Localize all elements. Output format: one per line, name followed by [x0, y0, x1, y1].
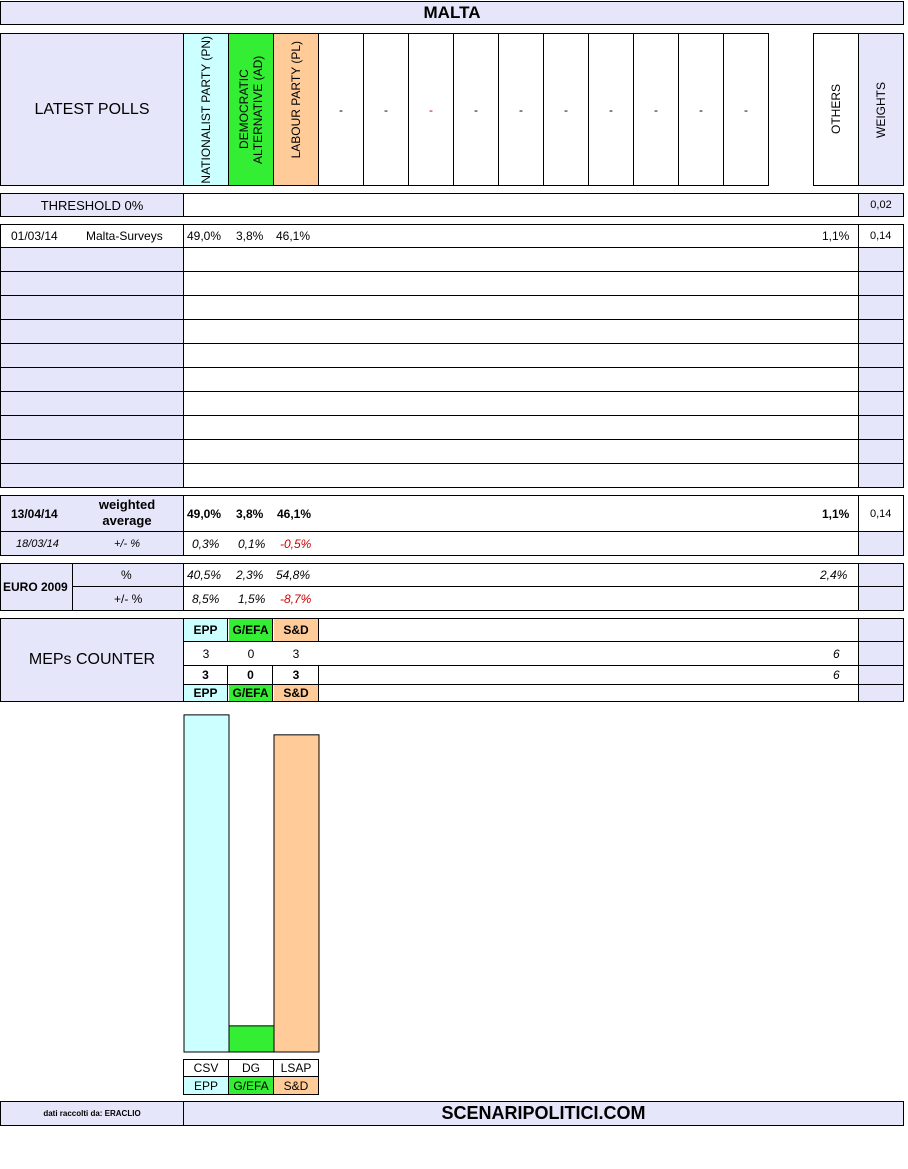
poll-value-ad: 3,8%: [236, 229, 264, 243]
meps-group-sd-bottom: S&D: [274, 685, 319, 701]
weighted-weight: 0,14: [870, 508, 892, 520]
poll-value-pn: 49,0%: [187, 229, 222, 243]
poll-weight: 0,14: [870, 230, 892, 242]
others-header: OTHERS: [813, 33, 859, 186]
prev-date: 18/03/14: [16, 538, 59, 550]
meps-group-epp-bottom: EPP: [184, 685, 228, 701]
poll-pollster: Malta-Surveys: [86, 229, 163, 243]
empty-party-column: -: [678, 33, 724, 186]
euro2009-pct-label: %: [121, 568, 132, 582]
empty-party-column: -: [498, 33, 544, 186]
weighted-diff-pl: -0,5%: [280, 537, 312, 551]
poll-value-pl: 46,1%: [276, 229, 311, 243]
empty-party-column: -: [318, 33, 364, 186]
poll-date: 01/03/14: [11, 229, 58, 243]
seat-bar-chart: [183, 714, 320, 1053]
threshold-weight: 0,02: [858, 193, 904, 217]
euro2009-diff-ad: 1,5%: [238, 592, 266, 606]
poll-value-others: 1,1%: [822, 229, 850, 243]
meps-label: MEPs COUNTER: [1, 619, 183, 701]
weighted-value-others: 1,1%: [822, 507, 850, 521]
chart-group-gefa: G/EFA: [229, 1077, 273, 1094]
meps-group-epp: EPP: [184, 619, 228, 641]
poll-row-divider: [0, 367, 904, 368]
poll-row-divider: [0, 271, 904, 272]
empty-party-column: -: [408, 33, 454, 186]
party-header-pn: NATIONALIST PARTY (PN): [183, 33, 229, 186]
chart-category-csv: CSV: [193, 1061, 219, 1075]
bar-csv: [183, 714, 230, 1053]
euro2009-diff-label: +/- %: [114, 592, 143, 606]
footer-site: SCENARIPOLITICI.COM: [183, 1101, 904, 1126]
chart-category-dg: DG: [242, 1061, 260, 1075]
poll-row-divider: [0, 247, 904, 248]
meps-row1-epp: 3: [202, 646, 210, 661]
weights-header: WEIGHTS: [858, 33, 904, 186]
euro2009-label: EURO 2009: [3, 580, 68, 594]
chart-group-sd: S&D: [274, 1077, 318, 1094]
weighted-value-pl: 46,1%: [277, 507, 312, 521]
poll-row-divider: [0, 319, 904, 320]
meps-row2-sd: 3: [274, 666, 319, 684]
euro2009-diff-pl: -8,7%: [280, 592, 312, 606]
weighted-value-ad: 3,8%: [236, 507, 264, 521]
meps-row1-gefa: 0: [247, 646, 255, 661]
empty-party-column: -: [453, 33, 499, 186]
meps-row2-epp: 3: [184, 666, 228, 684]
poll-row-divider: [0, 415, 904, 416]
euro2009-value-pl: 54,8%: [276, 568, 311, 582]
poll-row-divider: [0, 463, 904, 464]
others-label: OTHERS: [829, 84, 843, 135]
bar-dg: [228, 1025, 275, 1053]
footer-credit: dati raccolti da: ERACLIO: [0, 1101, 184, 1126]
empty-party-column: -: [633, 33, 679, 186]
weighted-date: 13/04/14: [11, 507, 58, 521]
empty-party-column: -: [543, 33, 589, 186]
weights-label: WEIGHTS: [874, 81, 888, 138]
poll-row-divider: [0, 343, 904, 344]
meps-row1-sd: 3: [292, 646, 300, 661]
meps-row1-total: 6: [833, 647, 840, 661]
threshold-label: THRESHOLD 0%: [0, 193, 184, 217]
weighted-value-pn: 49,0%: [187, 507, 222, 521]
empty-party-column: -: [723, 33, 769, 186]
meps-row2-gefa: 0: [229, 666, 273, 684]
weighted-label: weighted average: [98, 497, 156, 528]
party-name: LABOUR PARTY (PL): [289, 40, 303, 159]
meps-group-sd: S&D: [274, 619, 319, 641]
party-header-pl: LABOUR PARTY (PL): [273, 33, 319, 186]
meps-row2-total: 6: [833, 668, 840, 682]
party-name: DEMOCRATIC ALTERNATIVE (AD): [237, 55, 265, 164]
page-title: MALTA: [0, 1, 904, 25]
threshold-values: [183, 193, 859, 217]
euro2009-value-ad: 2,3%: [236, 568, 264, 582]
poll-row-divider: [0, 391, 904, 392]
latest-polls-header: LATEST POLLS: [0, 33, 184, 186]
bar-lsap: [273, 734, 320, 1053]
poll-row-divider: [0, 295, 904, 296]
weighted-diff-label: +/- %: [114, 538, 140, 550]
chart-category-lsap: LSAP: [280, 1061, 312, 1075]
weighted-diff-ad: 0,1%: [238, 537, 266, 551]
euro2009-diff-pn: 8,5%: [192, 592, 220, 606]
party-header-ad: DEMOCRATIC ALTERNATIVE (AD): [228, 33, 274, 186]
poll-row-divider: [0, 439, 904, 440]
party-name: NATIONALIST PARTY (PN): [199, 35, 213, 184]
weighted-diff-pn: 0,3%: [192, 537, 220, 551]
empty-party-column: -: [588, 33, 634, 186]
chart-group-epp: EPP: [184, 1077, 228, 1094]
euro2009-value-others: 2,4%: [820, 568, 848, 582]
empty-party-column: -: [363, 33, 409, 186]
meps-group-gefa: G/EFA: [229, 619, 273, 641]
euro2009-value-pn: 40,5%: [187, 568, 222, 582]
meps-group-gefa-bottom: G/EFA: [229, 685, 273, 701]
